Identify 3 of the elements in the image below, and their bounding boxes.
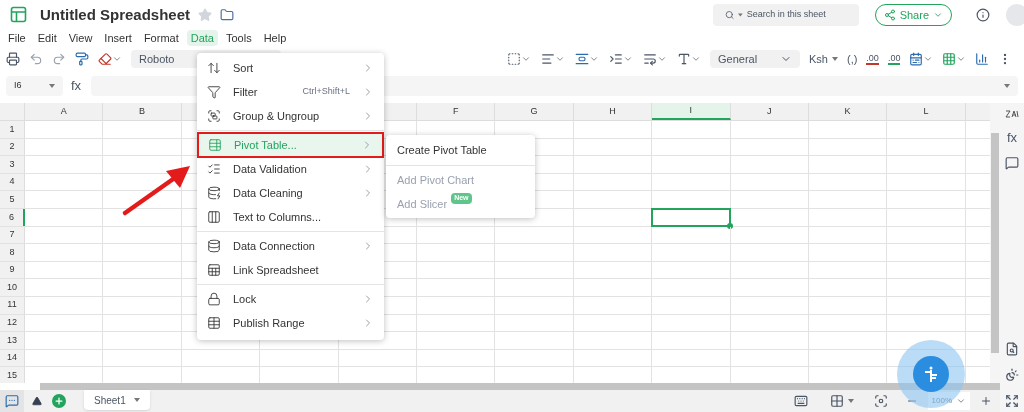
function-label: fx <box>71 77 83 96</box>
cell-reference: I6 <box>14 79 22 93</box>
shortcut-label: Ctrl+Shift+L <box>302 85 350 99</box>
